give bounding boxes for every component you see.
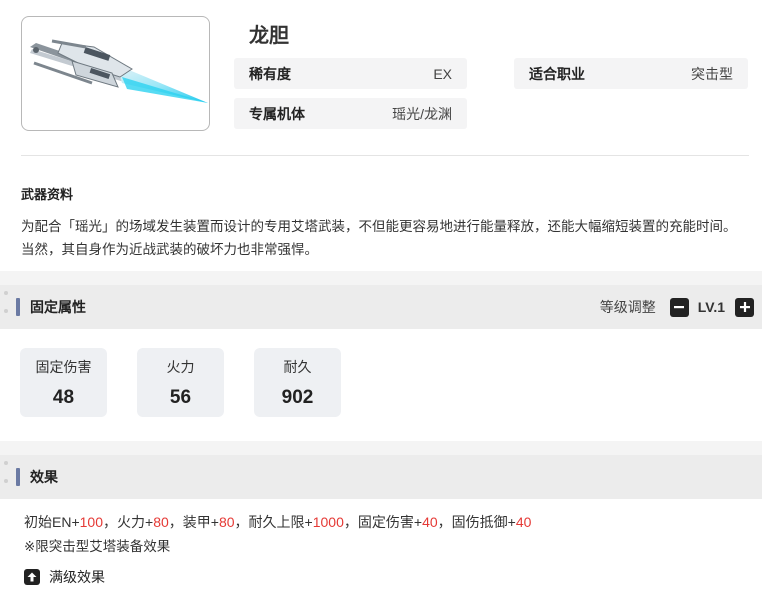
exclusive-key: 专属机体 xyxy=(249,105,305,122)
effect-item: 耐久上限+1000， xyxy=(248,514,358,530)
stat-name: 耐久 xyxy=(283,359,312,375)
effect-item: 初始EN+100， xyxy=(24,514,117,530)
stat-value: 902 xyxy=(281,387,314,408)
class-key: 适合职业 xyxy=(529,65,585,82)
exclusive-row: 专属机体 瑶光/龙渊 xyxy=(234,98,467,129)
rarity-key: 稀有度 xyxy=(249,65,291,82)
stat-value: 48 xyxy=(52,387,75,408)
weapon-name: 龙胆 xyxy=(249,25,289,47)
max-level-label: 满级效果 xyxy=(49,569,105,585)
stat-card-firepower: 火力 56 xyxy=(137,348,224,417)
effect-note: ※限突击型艾塔装备效果 xyxy=(24,539,171,554)
weapon-image xyxy=(21,16,210,131)
bar-dots xyxy=(4,291,8,313)
effect-list: 初始EN+100，火力+80，装甲+80，耐久上限+1000，固定伤害+40，固… xyxy=(24,512,531,532)
fixed-attrs-header: 固定属性 等级调整 LV.1 xyxy=(0,285,762,329)
plus-icon[interactable] xyxy=(735,297,754,317)
minus-icon[interactable] xyxy=(669,297,689,317)
effect-item: 固伤抵御+40 xyxy=(451,514,532,530)
stat-value: 56 xyxy=(169,387,192,408)
effect-item: 火力+80， xyxy=(117,514,183,530)
max-level-toggle[interactable]: 满级效果 xyxy=(24,567,105,587)
effect-item: 装甲+80， xyxy=(182,514,249,530)
lance-weapon-icon xyxy=(30,39,208,103)
level-label: 等级调整 xyxy=(599,299,656,315)
level-value: LV.1 xyxy=(697,299,725,315)
class-value: 突击型 xyxy=(691,65,733,82)
effects-title: 效果 xyxy=(30,469,58,485)
level-control: 等级调整 LV.1 xyxy=(600,297,754,317)
exclusive-value: 瑶光/龙渊 xyxy=(392,105,452,122)
stat-name: 固定伤害 xyxy=(35,359,92,375)
stat-card-durability: 耐久 902 xyxy=(254,348,341,417)
effect-item: 固定伤害+40， xyxy=(357,514,452,530)
section-accent xyxy=(16,468,20,486)
class-row: 适合职业 突击型 xyxy=(514,58,748,89)
profile-description: 为配合「瑶光」的场域发生装置而设计的专用艾塔武装，不但能更容易地进行能量释放，还… xyxy=(21,219,737,257)
stat-name: 火力 xyxy=(166,359,195,375)
fixed-attrs-title: 固定属性 xyxy=(30,299,86,315)
divider xyxy=(21,155,749,156)
rarity-row: 稀有度 EX xyxy=(234,58,467,89)
effects-header: 效果 xyxy=(0,455,762,499)
section-gap xyxy=(0,271,762,285)
section-gap xyxy=(0,441,762,455)
stat-card-fixed-damage: 固定伤害 48 xyxy=(20,348,107,417)
rarity-value: EX xyxy=(433,65,452,82)
bar-dots xyxy=(4,461,8,483)
section-accent xyxy=(16,298,20,316)
arrow-up-icon xyxy=(24,569,40,585)
profile-label: 武器资料 xyxy=(21,187,74,202)
